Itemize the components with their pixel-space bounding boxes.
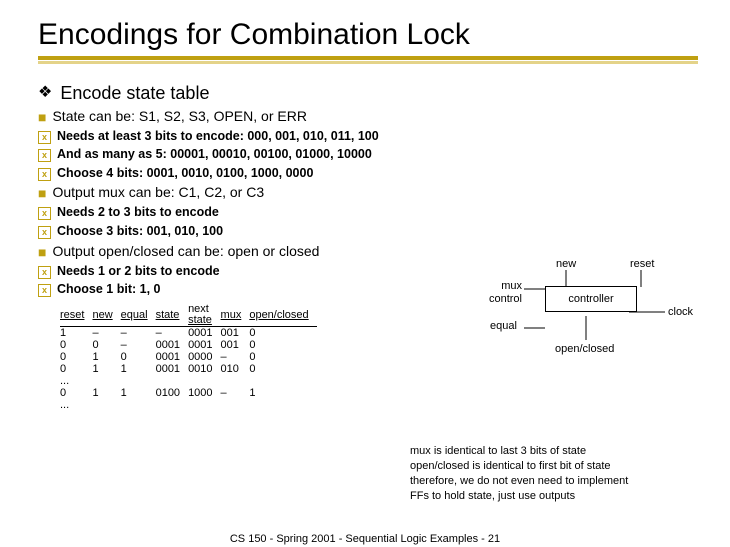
table-row: 00–000100010010 (60, 339, 317, 351)
arrow-clock (629, 311, 665, 313)
table-row: 1–––00010010 (60, 326, 317, 339)
bullet-icon: ■ (38, 243, 46, 261)
bullet-as-many-as-5: x And as many as 5: 00001, 00010, 00100,… (38, 147, 700, 163)
slide: Encodings for Combination Lock ❖ Encode … (0, 0, 730, 411)
bullet-icon: ❖ (38, 82, 52, 104)
arrow-oc (585, 316, 587, 340)
table-row: 011000100100100 (60, 363, 317, 375)
table-row: 01000010000–0 (60, 351, 317, 363)
annotation-notes: mux is identical to last 3 bits of state… (410, 444, 628, 503)
bullet-icon: x (38, 264, 51, 279)
label-mux-l1: mux (482, 280, 522, 292)
label-clock: clock (668, 306, 693, 318)
bullet-icon: x (38, 282, 51, 297)
table-row: ... (60, 375, 317, 387)
bullet-icon: x (38, 205, 51, 220)
bullet-output-open-closed: ■ Output open/closed can be: open or clo… (38, 243, 700, 261)
bullet-needs-3bits: x Needs at least 3 bits to encode: 000, … (38, 129, 700, 145)
table-row: 01101001000–1 (60, 387, 317, 399)
arrow-equal (524, 327, 545, 329)
bullet-needs-1or2: x Needs 1 or 2 bits to encode (38, 264, 700, 280)
bullet-icon: x (38, 224, 51, 239)
arrow-new (565, 270, 567, 287)
page-title: Encodings for Combination Lock (38, 18, 700, 52)
table-header-row: reset new equal state nextstate mux open… (60, 304, 317, 327)
bullet-icon: ■ (38, 108, 46, 126)
label-reset: reset (630, 258, 654, 270)
bullet-icon: x (38, 129, 51, 144)
bullet-choose-3bits: x Choose 3 bits: 001, 010, 100 (38, 224, 700, 240)
label-equal: equal (490, 320, 517, 332)
title-underline (38, 56, 700, 64)
label-new: new (556, 258, 576, 270)
bullet-output-mux: ■ Output mux can be: C1, C2, or C3 (38, 184, 700, 202)
table-row: ... (60, 399, 317, 411)
bullet-needs-2to3: x Needs 2 to 3 bits to encode (38, 205, 700, 221)
bullet-icon: x (38, 147, 51, 162)
arrow-reset (640, 270, 642, 287)
bullet-state-can-be: ■ State can be: S1, S2, S3, OPEN, or ERR (38, 108, 700, 126)
label-open-closed: open/closed (555, 343, 614, 355)
bullet-icon: x (38, 166, 51, 181)
controller-box: controller (545, 286, 637, 312)
state-table: reset new equal state nextstate mux open… (60, 304, 317, 411)
arrow-mux (524, 288, 545, 290)
slide-footer: CS 150 - Spring 2001 - Sequential Logic … (0, 533, 730, 545)
bullet-choose-4bits: x Choose 4 bits: 0001, 0010, 0100, 1000,… (38, 166, 700, 182)
bullet-icon: ■ (38, 184, 46, 202)
bullet-encode-state-table: ❖ Encode state table (38, 82, 700, 105)
label-mux-l2: control (482, 293, 522, 305)
